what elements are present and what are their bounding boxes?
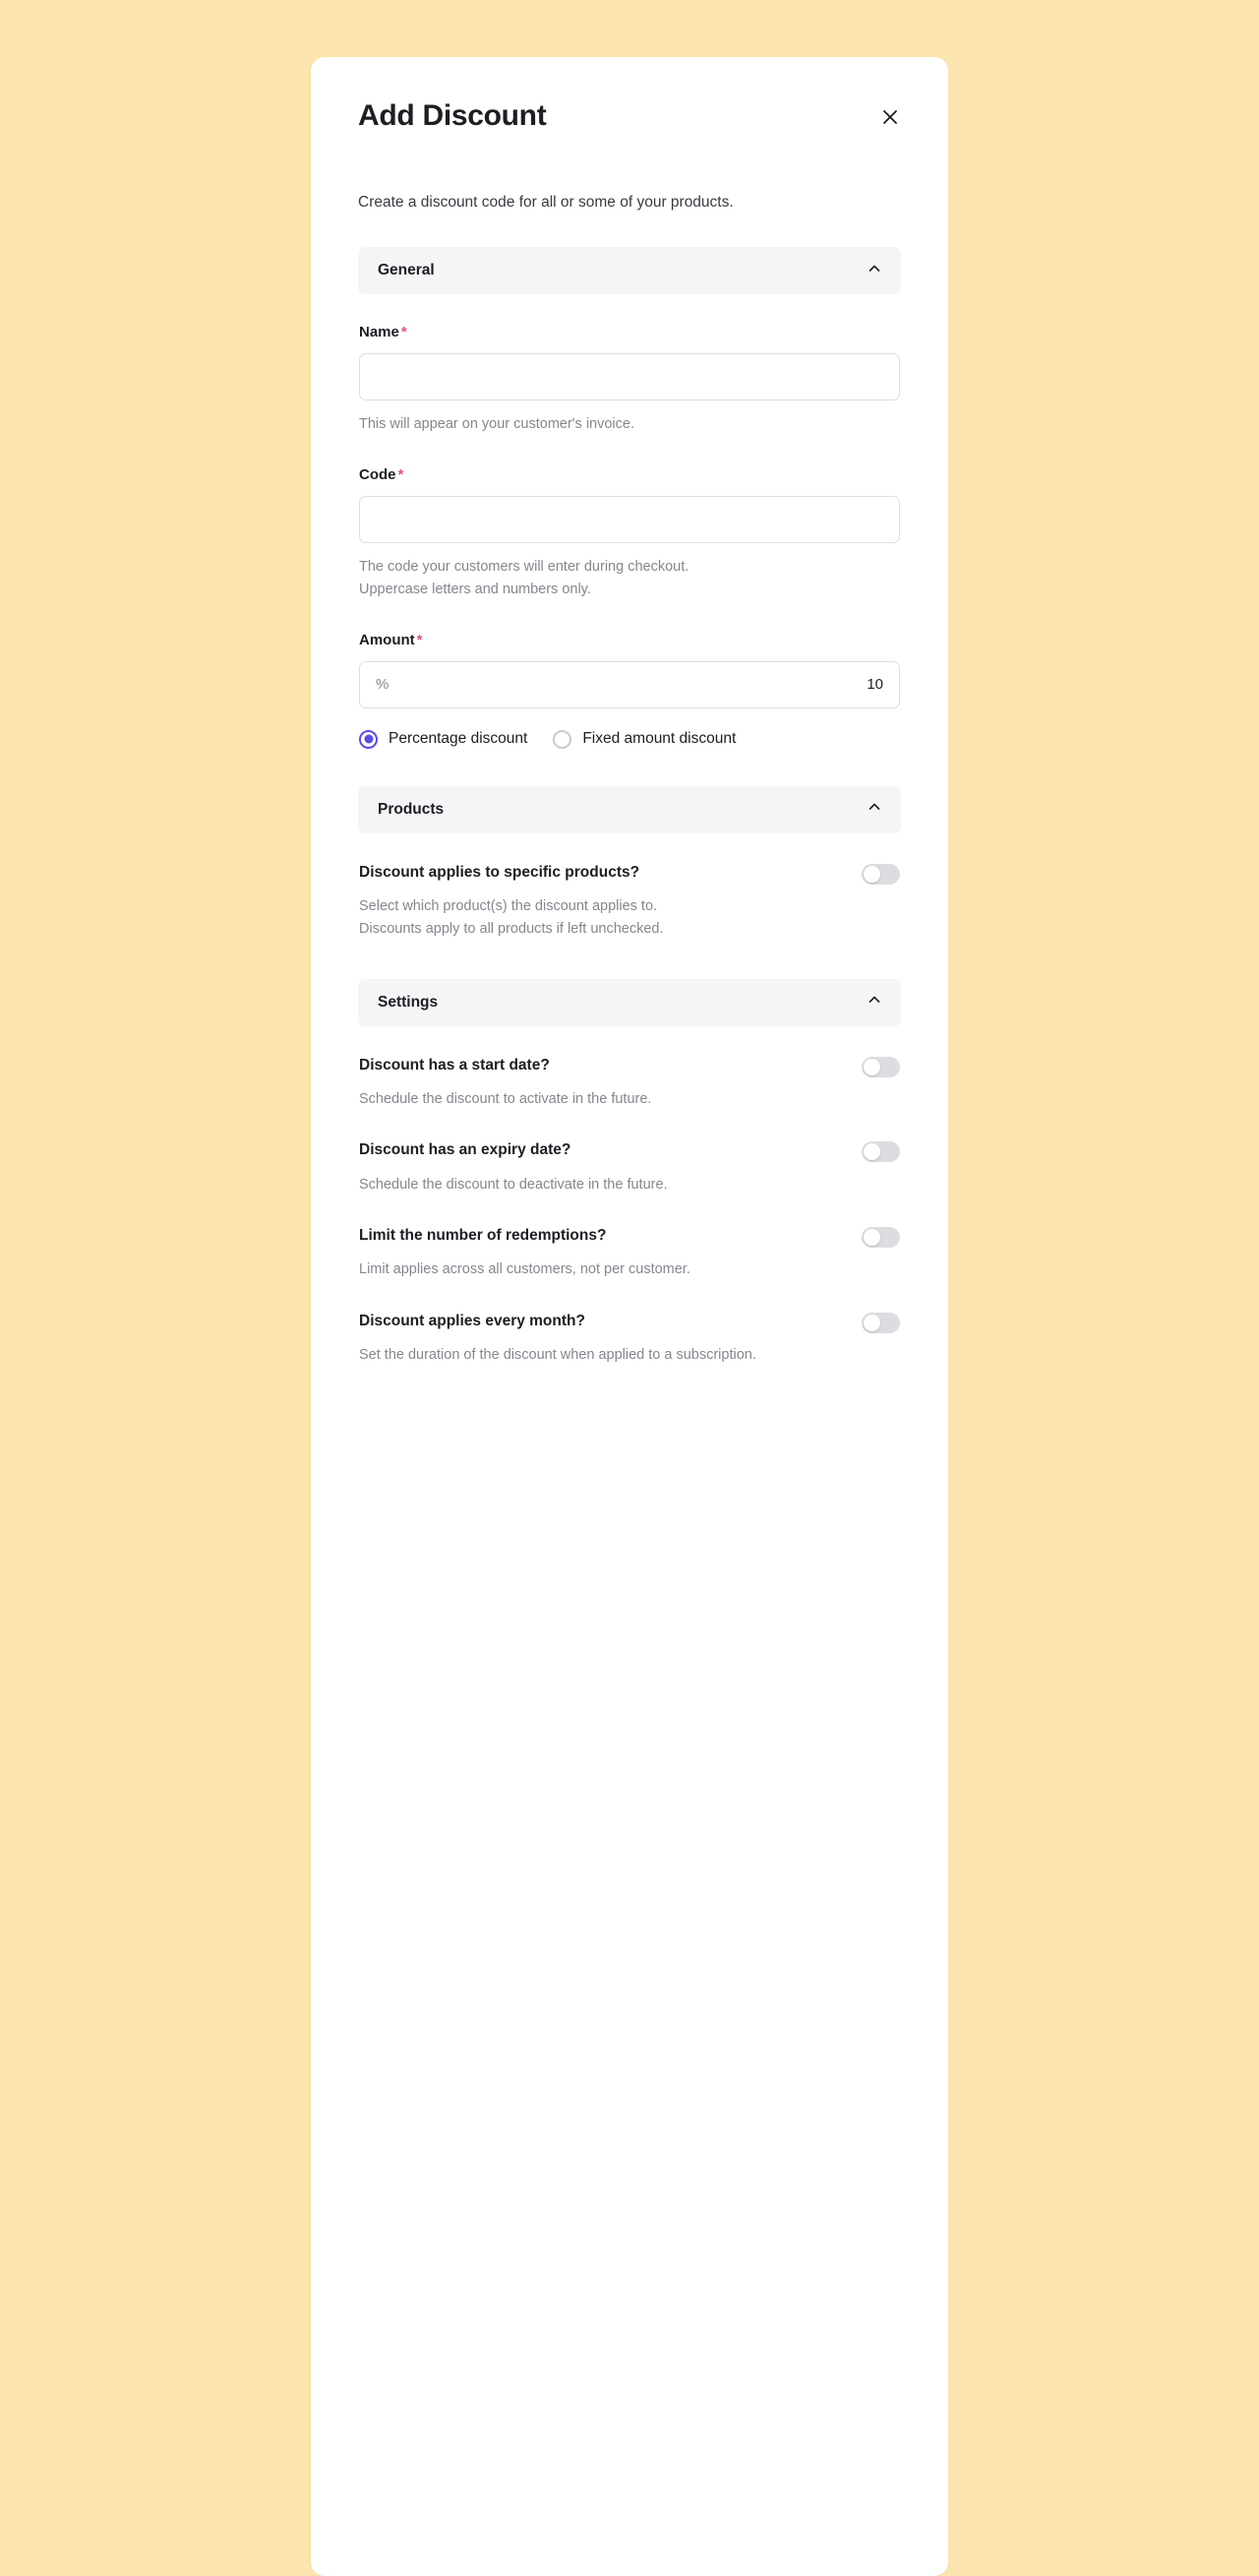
code-input[interactable] — [359, 495, 900, 543]
discount-type-radio-group: Percentage discount Fixed amount discoun… — [359, 729, 900, 749]
section-body-settings: Discount has a start date? Schedule the … — [358, 1026, 901, 1368]
toggle-row-expiry-date: Discount has an expiry date? Schedule th… — [359, 1111, 900, 1196]
toggle-row-text: Discount applies to specific products? S… — [359, 863, 842, 942]
field-code: Code * The code your customers will enter… — [359, 437, 900, 602]
toggle-knob — [864, 1143, 880, 1161]
section-header-settings[interactable]: Settings — [358, 978, 901, 1026]
section-title-settings: Settings — [378, 993, 439, 1011]
toggle-question-redemption-limit: Limit the number of redemptions? — [359, 1227, 607, 1245]
add-discount-modal: Add Discount Create a discount code for … — [311, 57, 948, 2576]
chevron-up-icon — [867, 261, 882, 281]
toggle-specific-products[interactable] — [862, 863, 900, 885]
radio-label-percentage: Percentage discount — [389, 730, 528, 748]
toggle-row-text: Discount has a start date? Schedule the … — [359, 1056, 842, 1112]
helper-redemption-limit: Limit applies across all customers, not … — [359, 1261, 690, 1278]
helper-code: The code your customers will enter durin… — [359, 556, 900, 602]
radio-unselected-icon — [553, 729, 572, 749]
required-marker: * — [400, 324, 407, 341]
field-label-amount: Amount * — [359, 632, 900, 648]
page-title: Add Discount — [358, 99, 547, 132]
page-background: Add Discount Create a discount code for … — [0, 0, 1259, 2576]
toggle-question-every-month: Discount applies every month? — [359, 1312, 585, 1329]
toggle-knob — [864, 1229, 880, 1247]
section-header-products[interactable]: Products — [358, 785, 901, 833]
toggle-row-specific-products: Discount applies to specific products? S… — [359, 833, 900, 942]
toggle-every-month[interactable] — [862, 1312, 900, 1333]
modal-header: Add Discount — [358, 98, 901, 134]
chevron-up-icon — [867, 799, 882, 820]
toggle-row-redemption-limit: Limit the number of redemptions? Limit a… — [359, 1196, 900, 1282]
section-body-general: Name * This will appear on your customer'… — [358, 294, 901, 749]
field-label-code-text: Code — [359, 465, 396, 483]
toggle-row-text: Discount applies every month? Set the du… — [359, 1312, 842, 1368]
required-marker: * — [397, 465, 404, 483]
toggle-knob — [864, 1314, 880, 1331]
radio-label-fixed-amount: Fixed amount discount — [582, 730, 737, 748]
toggle-question-expiry-date: Discount has an expiry date? — [359, 1141, 571, 1159]
toggle-redemption-limit[interactable] — [862, 1227, 900, 1249]
amount-value: 10 — [867, 676, 883, 694]
helper-every-month: Set the duration of the discount when ap… — [359, 1346, 756, 1363]
radio-selected-icon — [359, 729, 378, 749]
toggle-knob — [864, 865, 880, 883]
helper-start-date: Schedule the discount to activate in the… — [359, 1090, 652, 1107]
radio-fixed-amount-discount[interactable]: Fixed amount discount — [553, 729, 737, 749]
section-header-general[interactable]: General — [358, 247, 901, 295]
helper-name: This will appear on your customer's invo… — [359, 416, 634, 433]
field-name: Name * This will appear on your customer'… — [359, 294, 900, 436]
name-input[interactable] — [359, 353, 900, 401]
close-icon — [880, 107, 900, 127]
helper-specific-products-line2: Discounts apply to all products if left … — [359, 921, 664, 938]
toggle-row-text: Limit the number of redemptions? Limit a… — [359, 1226, 842, 1282]
field-label-amount-text: Amount — [359, 631, 415, 648]
helper-expiry-date: Schedule the discount to deactivate in t… — [359, 1176, 668, 1193]
chevron-up-icon — [867, 992, 882, 1012]
close-button[interactable] — [875, 102, 905, 132]
helper-code-line2: Uppercase letters and numbers only. — [359, 582, 591, 598]
field-label-code: Code * — [359, 466, 900, 483]
toggle-question-specific-products: Discount applies to specific products? — [359, 863, 640, 881]
amount-prefix: % — [376, 676, 390, 694]
toggle-question-start-date: Discount has a start date? — [359, 1056, 550, 1073]
radio-percentage-discount[interactable]: Percentage discount — [359, 729, 528, 749]
toggle-knob — [864, 1058, 880, 1075]
toggle-row-every-month: Discount applies every month? Set the du… — [359, 1282, 900, 1368]
toggle-start-date[interactable] — [862, 1056, 900, 1077]
field-label-name-text: Name — [359, 324, 399, 341]
required-marker: * — [416, 631, 423, 648]
field-label-name: Name * — [359, 324, 900, 340]
amount-input[interactable]: % 10 — [359, 660, 900, 708]
helper-specific-products-line1: Select which product(s) the discount app… — [359, 897, 658, 914]
section-title-general: General — [378, 262, 435, 279]
helper-specific-products: Select which product(s) the discount app… — [359, 895, 842, 942]
section-body-products: Discount applies to specific products? S… — [358, 833, 901, 942]
modal-subtitle: Create a discount code for all or some o… — [358, 194, 734, 211]
field-amount: Amount * % 10 Percentage discount Fixed a… — [359, 602, 900, 749]
section-title-products: Products — [378, 800, 445, 818]
toggle-expiry-date[interactable] — [862, 1141, 900, 1163]
helper-code-line1: The code your customers will enter durin… — [359, 558, 689, 575]
toggle-row-start-date: Discount has a start date? Schedule the … — [359, 1026, 900, 1112]
toggle-row-text: Discount has an expiry date? Schedule th… — [359, 1140, 842, 1196]
